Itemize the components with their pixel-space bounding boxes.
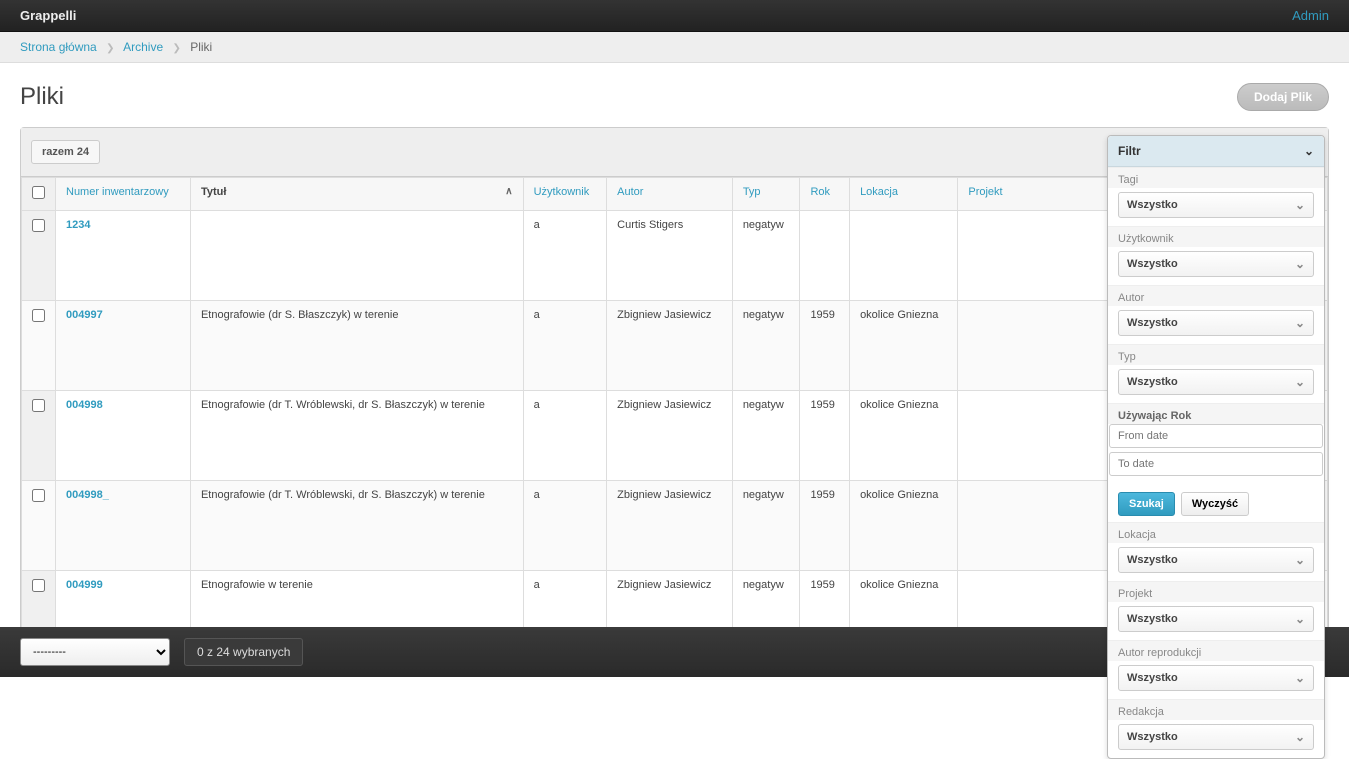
- admin-link[interactable]: Admin: [1292, 8, 1329, 23]
- filter-title: Filtr: [1118, 144, 1141, 158]
- inventory-link[interactable]: 1234: [66, 219, 90, 231]
- filter-header[interactable]: Filtr ⌄: [1108, 136, 1324, 167]
- filter-uzytkownik-select[interactable]: Wszystko: [1118, 251, 1314, 277]
- col-tytul-label: Tytuł: [201, 186, 226, 198]
- filter-tagi-label: Tagi: [1108, 168, 1324, 188]
- cell-typ: negatyw: [732, 391, 800, 481]
- breadcrumb-current: Pliki: [190, 40, 212, 54]
- breadcrumb: Strona główna ❯ Archive ❯ Pliki: [0, 32, 1349, 63]
- cell-tytul: Etnografowie (dr S. Błaszczyk) w terenie: [190, 301, 523, 391]
- breadcrumb-archive[interactable]: Archive: [123, 40, 163, 54]
- cell-rok: 1959: [800, 391, 850, 481]
- cell-projekt: [958, 301, 1122, 391]
- count-label: razem 24: [31, 140, 100, 164]
- selection-count: 0 z 24 wybranych: [184, 638, 303, 666]
- col-autor[interactable]: Autor: [607, 178, 733, 211]
- filter-autor-repr-select[interactable]: Wszystko: [1118, 665, 1314, 691]
- cell-rok: 1959: [800, 301, 850, 391]
- cell-tytul: Etnografowie (dr T. Wróblewski, dr S. Bł…: [190, 481, 523, 571]
- select-all-header[interactable]: [22, 178, 56, 211]
- cell-typ: negatyw: [732, 481, 800, 571]
- cell-uzytkownik: a: [523, 481, 607, 571]
- filter-autor-label: Autor: [1108, 286, 1324, 306]
- cell-tytul: Etnografowie (dr T. Wróblewski, dr S. Bł…: [190, 391, 523, 481]
- cell-projekt: [958, 481, 1122, 571]
- filter-typ-select[interactable]: Wszystko: [1118, 369, 1314, 395]
- cell-lokacja: okolice Gniezna: [850, 301, 958, 391]
- cell-tytul: [190, 211, 523, 301]
- col-lokacja[interactable]: Lokacja: [850, 178, 958, 211]
- col-numer[interactable]: Numer inwentarzowy: [56, 178, 191, 211]
- filter-typ-label: Typ: [1108, 345, 1324, 365]
- filter-tagi-select[interactable]: Wszystko: [1118, 192, 1314, 218]
- add-plik-button[interactable]: Dodaj Plik: [1237, 83, 1329, 111]
- filter-lokacja-select[interactable]: Wszystko: [1118, 547, 1314, 573]
- row-checkbox[interactable]: [32, 219, 45, 232]
- action-select[interactable]: ---------: [20, 638, 170, 666]
- filter-from-date[interactable]: [1109, 424, 1323, 448]
- filter-redakcja-select[interactable]: Wszystko: [1118, 724, 1314, 750]
- filter-rok-label: Używając Rok: [1108, 404, 1324, 424]
- col-rok[interactable]: Rok: [800, 178, 850, 211]
- cell-typ: negatyw: [732, 301, 800, 391]
- cell-lokacja: [850, 211, 958, 301]
- cell-lokacja: okolice Gniezna: [850, 391, 958, 481]
- col-projekt[interactable]: Projekt: [958, 178, 1122, 211]
- filter-projekt-select[interactable]: Wszystko: [1118, 606, 1314, 632]
- inventory-link[interactable]: 004998: [66, 399, 103, 411]
- cell-rok: 1959: [800, 481, 850, 571]
- inventory-link[interactable]: 004999: [66, 579, 103, 591]
- col-uzytkownik[interactable]: Użytkownik: [523, 178, 607, 211]
- select-all-checkbox[interactable]: [32, 186, 45, 199]
- row-checkbox[interactable]: [32, 579, 45, 592]
- cell-autor: Zbigniew Jasiewicz: [607, 481, 733, 571]
- cell-projekt: [958, 211, 1122, 301]
- page-title: Pliki: [20, 83, 64, 111]
- cell-lokacja: okolice Gniezna: [850, 481, 958, 571]
- breadcrumb-home[interactable]: Strona główna: [20, 40, 97, 54]
- cell-uzytkownik: a: [523, 391, 607, 481]
- cell-rok: [800, 211, 850, 301]
- filter-projekt-label: Projekt: [1108, 582, 1324, 602]
- filter-clear-button[interactable]: Wyczyść: [1181, 492, 1249, 516]
- brand[interactable]: Grappelli: [20, 8, 76, 23]
- filter-autor-repr-label: Autor reprodukcji: [1108, 641, 1324, 661]
- cell-uzytkownik: a: [523, 211, 607, 301]
- filter-to-date[interactable]: [1109, 452, 1323, 476]
- topbar: Grappelli Admin: [0, 0, 1349, 32]
- filter-autor-select[interactable]: Wszystko: [1118, 310, 1314, 336]
- filter-redakcja-label: Redakcja: [1108, 700, 1324, 720]
- cell-autor: Zbigniew Jasiewicz: [607, 301, 733, 391]
- inventory-link[interactable]: 004997: [66, 309, 103, 321]
- filter-search-button[interactable]: Szukaj: [1118, 492, 1175, 516]
- chevron-down-icon: ⌄: [1304, 144, 1314, 158]
- cell-autor: Curtis Stigers: [607, 211, 733, 301]
- filter-uzytkownik-label: Użytkownik: [1108, 227, 1324, 247]
- col-typ[interactable]: Typ: [732, 178, 800, 211]
- cell-typ: negatyw: [732, 211, 800, 301]
- row-checkbox[interactable]: [32, 489, 45, 502]
- col-tytul[interactable]: Tytuł ∧: [190, 178, 523, 211]
- cell-autor: Zbigniew Jasiewicz: [607, 391, 733, 481]
- filter-panel: Filtr ⌄ Tagi Wszystko Użytkownik Wszystk…: [1107, 135, 1325, 759]
- cell-uzytkownik: a: [523, 301, 607, 391]
- chevron-right-icon: ❯: [106, 43, 114, 54]
- inventory-link[interactable]: 004998_: [66, 489, 109, 501]
- sort-asc-icon: ∧: [505, 186, 512, 197]
- cell-projekt: [958, 391, 1122, 481]
- filter-lokacja-label: Lokacja: [1108, 523, 1324, 543]
- row-checkbox[interactable]: [32, 399, 45, 412]
- row-checkbox[interactable]: [32, 309, 45, 322]
- chevron-right-icon: ❯: [172, 43, 180, 54]
